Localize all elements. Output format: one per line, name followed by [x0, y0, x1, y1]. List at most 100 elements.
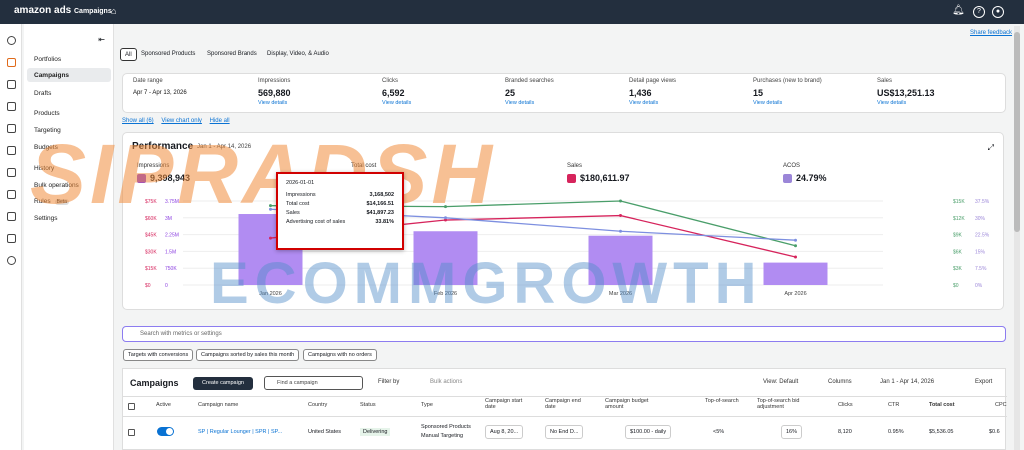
- budget-unit: daily: [654, 429, 667, 435]
- top-bar: amazon ads Campaigns ⌂ 🔔︎ ? ●: [0, 0, 1024, 24]
- col-type[interactable]: Type: [421, 402, 433, 408]
- tab-sponsored-brands[interactable]: Sponsored Brands: [203, 48, 261, 61]
- end-date-field[interactable]: No End D...: [545, 425, 584, 439]
- metric-detail-page-views: Detail page views 1,436 View details: [629, 78, 676, 106]
- metric-label: Clicks: [382, 78, 398, 84]
- menu-drafts[interactable]: Drafts: [34, 90, 51, 97]
- nav-campaigns[interactable]: Campaigns: [74, 8, 112, 15]
- tos-adjustment-field[interactable]: 16%: [781, 425, 803, 439]
- help-icon[interactable]: ?: [973, 6, 985, 18]
- budget-field[interactable]: $100.00 - daily: [625, 425, 672, 439]
- trend-icon[interactable]: [7, 146, 16, 155]
- saved-search-3[interactable]: Campaigns with no orders: [303, 349, 377, 361]
- account-icon[interactable]: ●: [992, 6, 1004, 18]
- scrollbar-thumb[interactable]: [1014, 32, 1020, 232]
- search-input[interactable]: Search with metrics or settings: [122, 326, 1006, 342]
- media-icon[interactable]: [7, 124, 16, 133]
- side-menu: ⇤ Portfolios Campaigns Drafts Products T…: [24, 24, 114, 450]
- shield-icon[interactable]: [7, 102, 16, 111]
- menu-products[interactable]: Products: [34, 110, 60, 117]
- y-tick-label: 750K: [165, 266, 177, 272]
- date-range-dropdown[interactable]: Jan 1 - Apr 14, 2026: [880, 379, 934, 385]
- filter-by-dropdown[interactable]: Filter by: [378, 379, 399, 385]
- series-point: [619, 199, 622, 203]
- row-checkbox[interactable]: [128, 429, 135, 436]
- col-campaign-name[interactable]: Campaign name: [198, 402, 238, 408]
- view-details-link[interactable]: View details: [505, 100, 554, 106]
- tooltip-label: Impressions: [286, 192, 316, 198]
- col-top-of-search[interactable]: Top-of-search: [705, 398, 741, 404]
- active-toggle[interactable]: [157, 427, 174, 436]
- columns-dropdown[interactable]: Columns: [828, 379, 852, 385]
- menu-campaigns[interactable]: Campaigns: [27, 68, 111, 82]
- saved-search-2[interactable]: Campaigns sorted by sales this month: [196, 349, 300, 361]
- col-ctr[interactable]: CTR: [888, 402, 899, 408]
- metric-value: US$13,251.13: [877, 88, 935, 98]
- view-details-link[interactable]: View details: [877, 100, 935, 106]
- campaigns-icon[interactable]: [7, 58, 16, 67]
- settings-icon[interactable]: [7, 256, 16, 265]
- tab-sponsored-products[interactable]: Sponsored Products: [137, 48, 199, 61]
- add-icon[interactable]: [7, 36, 16, 45]
- network-icon[interactable]: [7, 190, 16, 199]
- view-details-link[interactable]: View details: [382, 100, 411, 106]
- view-details-link[interactable]: View details: [629, 100, 676, 106]
- metric-links: Show all (6) View chart only Hide all: [122, 118, 236, 124]
- y-tick-label: $15K: [953, 199, 965, 205]
- col-total-cost[interactable]: Total cost: [929, 402, 955, 408]
- col-start-date[interactable]: Campaign start date: [485, 398, 525, 410]
- view-chart-only-link[interactable]: View chart only: [161, 118, 202, 124]
- cost-cell: $5,536.05: [929, 429, 954, 435]
- view-details-link[interactable]: View details: [258, 100, 291, 106]
- amazon-ads-logo[interactable]: amazon ads: [14, 5, 71, 16]
- y-tick-label: $0: [953, 283, 959, 289]
- tooltip-value: $14,166.51: [366, 201, 394, 207]
- campaign-name-link[interactable]: SP | Regular Lounger | SPR | SP...: [198, 429, 282, 435]
- date-range[interactable]: Date range Apr 7 - Apr 13, 2026: [133, 78, 187, 96]
- metric-impressions: Impressions 569,880 View details: [258, 78, 291, 106]
- col-tos-adjustment[interactable]: Top-of-search bid adjustment: [757, 398, 817, 410]
- date-range-label: Date range: [133, 78, 163, 84]
- collapse-icon[interactable]: ⇤: [98, 35, 105, 44]
- apps-icon[interactable]: [7, 212, 16, 221]
- tooltip-label: Total cost: [286, 201, 310, 207]
- metric-branded-searches: Branded searches 25 View details: [505, 78, 554, 106]
- col-cpc[interactable]: CPC: [995, 402, 1007, 408]
- page-scrollbar[interactable]: [1014, 26, 1020, 450]
- series-point: [794, 238, 797, 242]
- export-dropdown[interactable]: Export: [975, 379, 992, 385]
- tooltip-date: 2026-01-01: [286, 180, 315, 186]
- tab-all[interactable]: All: [120, 48, 137, 61]
- tab-display-video-audio[interactable]: Display, Video, & Audio: [263, 48, 333, 61]
- col-clicks[interactable]: Clicks: [838, 402, 853, 408]
- campaigns-title[interactable]: Campaigns: [130, 378, 179, 388]
- hide-all-link[interactable]: Hide all: [210, 118, 230, 124]
- home-icon[interactable]: ⌂: [111, 6, 116, 16]
- col-budget[interactable]: Campaign budget amount: [605, 398, 653, 410]
- view-details-link[interactable]: View details: [753, 100, 822, 106]
- col-active[interactable]: Active: [156, 402, 171, 408]
- bell-icon[interactable]: 🔔︎: [952, 6, 965, 18]
- bar-impressions: [763, 262, 828, 285]
- saved-search-1[interactable]: Targets with conversions: [123, 349, 194, 361]
- col-status[interactable]: Status: [360, 402, 376, 408]
- create-campaign-button[interactable]: Create campaign: [193, 377, 253, 390]
- icon-rail: [0, 24, 22, 450]
- start-date-field[interactable]: Aug 8, 20...: [485, 425, 524, 439]
- bulk-actions-dropdown[interactable]: Bulk actions: [430, 379, 462, 385]
- metric-value: 1,436: [629, 88, 652, 98]
- metric-clicks: Clicks 6,592 View details: [382, 78, 411, 106]
- y-tick-label: $6K: [953, 249, 963, 255]
- share-feedback-link[interactable]: Share feedback: [970, 30, 1012, 36]
- grid-icon[interactable]: [7, 80, 16, 89]
- bar-chart-icon[interactable]: [7, 168, 16, 177]
- find-campaign-input[interactable]: Find a campaign: [264, 376, 363, 390]
- briefcase-icon[interactable]: [7, 234, 16, 243]
- show-all-link[interactable]: Show all (6): [122, 118, 154, 124]
- view-dropdown[interactable]: View: Default: [763, 379, 798, 385]
- menu-portfolios[interactable]: Portfolios: [34, 56, 61, 63]
- select-all-checkbox[interactable]: [128, 403, 135, 410]
- y-tick-label: $9K: [953, 233, 963, 239]
- col-end-date[interactable]: Campaign end date: [545, 398, 585, 410]
- col-country[interactable]: Country: [308, 402, 327, 408]
